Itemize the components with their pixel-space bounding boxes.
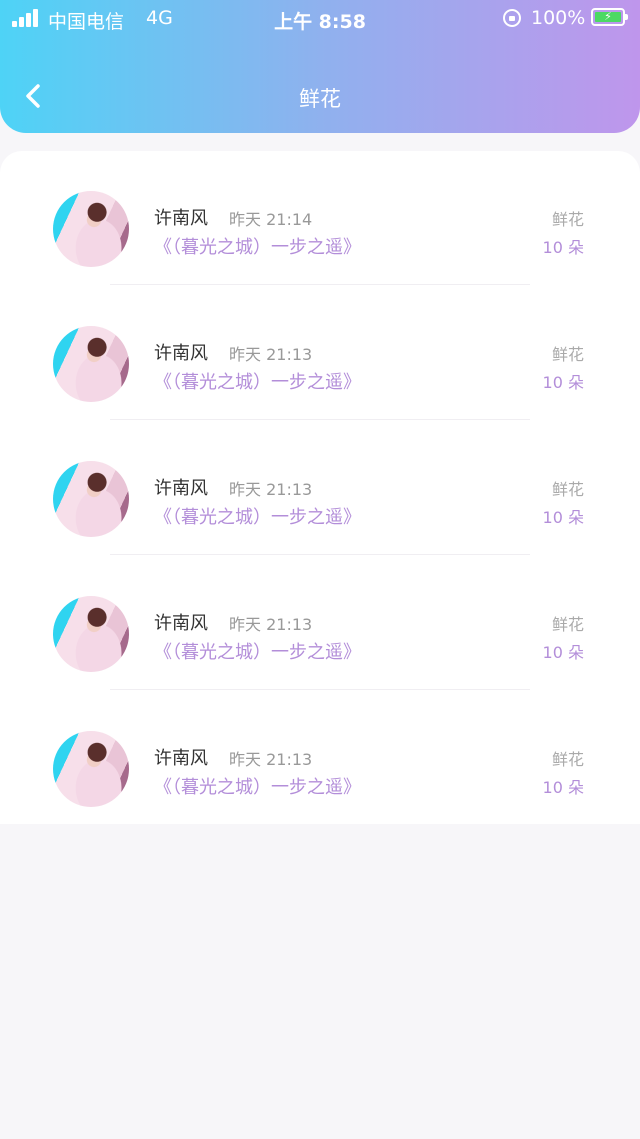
battery-percent: 100% bbox=[531, 7, 586, 29]
list-item[interactable]: 许南风 昨天 21:13 《（暮光之城）一步之遥》 鲜花 10 朵 bbox=[0, 286, 640, 421]
user-name: 许南风 bbox=[154, 343, 208, 364]
gift-type: 鲜花 bbox=[551, 750, 584, 769]
flower-record-list: 许南风 昨天 21:14 《（暮光之城）一步之遥》 鲜花 10 朵 许南风 昨天… bbox=[0, 151, 640, 824]
record-time: 昨天 21:13 bbox=[229, 615, 313, 634]
avatar[interactable] bbox=[53, 191, 129, 267]
battery-icon: ⚡ bbox=[591, 8, 628, 26]
list-item[interactable]: 许南风 昨天 21:14 《（暮光之城）一步之遥》 鲜花 10 朵 bbox=[0, 151, 640, 286]
gift-count: 10 朵 bbox=[542, 373, 584, 392]
book-title[interactable]: 《（暮光之城）一步之遥》 bbox=[154, 503, 361, 529]
list-item[interactable]: 许南风 昨天 21:13 《（暮光之城）一步之遥》 鲜花 10 朵 bbox=[0, 556, 640, 691]
record-time: 昨天 21:14 bbox=[229, 210, 313, 229]
book-title[interactable]: 《（暮光之城）一步之遥》 bbox=[154, 368, 361, 394]
divider bbox=[110, 284, 530, 285]
gift-type: 鲜花 bbox=[551, 480, 584, 499]
user-name: 许南风 bbox=[154, 478, 208, 499]
avatar[interactable] bbox=[53, 326, 129, 402]
record-time: 昨天 21:13 bbox=[229, 480, 313, 499]
divider bbox=[110, 689, 530, 690]
divider bbox=[110, 554, 530, 555]
gift-type: 鲜花 bbox=[551, 615, 584, 634]
list-item[interactable]: 许南风 昨天 21:13 《（暮光之城）一步之遥》 鲜花 10 朵 bbox=[0, 691, 640, 826]
user-name: 许南风 bbox=[154, 208, 208, 229]
avatar[interactable] bbox=[53, 596, 129, 672]
user-name: 许南风 bbox=[154, 613, 208, 634]
gift-count: 10 朵 bbox=[542, 238, 584, 257]
gift-type: 鲜花 bbox=[551, 345, 584, 364]
gift-count: 10 朵 bbox=[542, 778, 584, 797]
orientation-lock-icon bbox=[503, 9, 521, 27]
record-time: 昨天 21:13 bbox=[229, 345, 313, 364]
divider bbox=[110, 419, 530, 420]
list-item[interactable]: 许南风 昨天 21:13 《（暮光之城）一步之遥》 鲜花 10 朵 bbox=[0, 421, 640, 556]
page-title: 鲜花 bbox=[299, 87, 341, 111]
avatar[interactable] bbox=[53, 461, 129, 537]
gift-count: 10 朵 bbox=[542, 643, 584, 662]
top-bar: 中国电信 4G 上午 8:58 100% ⚡ 鲜花 bbox=[0, 0, 640, 133]
status-bar: 中国电信 4G 上午 8:58 100% ⚡ bbox=[0, 0, 640, 36]
avatar[interactable] bbox=[53, 731, 129, 807]
user-name: 许南风 bbox=[154, 748, 208, 769]
book-title[interactable]: 《（暮光之城）一步之遥》 bbox=[154, 233, 361, 259]
gift-count: 10 朵 bbox=[542, 508, 584, 527]
gift-type: 鲜花 bbox=[551, 210, 584, 229]
record-time: 昨天 21:13 bbox=[229, 750, 313, 769]
battery-fill: ⚡ bbox=[595, 11, 621, 22]
book-title[interactable]: 《（暮光之城）一步之遥》 bbox=[154, 773, 361, 799]
book-title[interactable]: 《（暮光之城）一步之遥》 bbox=[154, 638, 361, 664]
